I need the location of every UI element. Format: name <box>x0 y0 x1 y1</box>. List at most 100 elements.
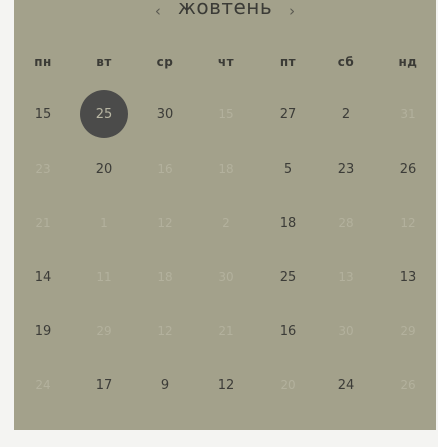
day-number: 28 <box>338 216 354 230</box>
day-number: 2 <box>341 106 351 122</box>
day-cell[interactable]: 13 <box>383 257 433 297</box>
day-number: 27 <box>279 106 297 122</box>
day-cell[interactable]: 2 <box>201 203 251 243</box>
day-cell[interactable]: 1 <box>79 203 129 243</box>
day-number: 18 <box>157 270 173 284</box>
day-cell[interactable]: 28 <box>321 203 371 243</box>
day-cell[interactable]: 21 <box>201 311 251 351</box>
day-number: 16 <box>157 162 173 176</box>
day-cell[interactable]: 30 <box>201 257 251 297</box>
weekday-label: вт <box>96 55 112 69</box>
day-cell[interactable]: 14 <box>18 257 68 297</box>
day-number: 11 <box>96 270 112 284</box>
day-cell[interactable]: 30 <box>140 94 190 134</box>
day-number: 30 <box>218 270 234 284</box>
weekday-label: чт <box>217 55 235 69</box>
day-number: 17 <box>95 377 113 393</box>
day-number: 13 <box>338 270 354 284</box>
day-cell[interactable]: 19 <box>18 311 68 351</box>
day-number: 21 <box>218 324 234 338</box>
next-month-button[interactable]: › <box>280 4 304 19</box>
day-cell[interactable]: 15 <box>18 94 68 134</box>
day-number: 25 <box>95 106 113 122</box>
weekday-label: сб <box>337 55 355 69</box>
day-cell[interactable]: 18 <box>263 203 313 243</box>
month-title: жовтень <box>177 0 273 19</box>
day-cell[interactable]: 25 <box>263 257 313 297</box>
day-number: 26 <box>400 378 416 392</box>
weekday-label: пн <box>34 55 52 69</box>
day-number: 24 <box>35 378 51 392</box>
day-cell[interactable]: 30 <box>321 311 371 351</box>
day-cell[interactable]: 16 <box>140 149 190 189</box>
day-cell[interactable]: 11 <box>79 257 129 297</box>
day-number: 20 <box>95 161 113 177</box>
day-number: 21 <box>35 216 51 230</box>
day-number: 1 <box>100 216 108 230</box>
day-cell[interactable]: 9 <box>140 365 190 405</box>
week-row: 14 11 18 30 25 13 13 <box>14 257 436 297</box>
prev-month-button[interactable]: ‹ <box>146 4 170 19</box>
calendar-panel: ‹ жовтень › пн вт ср чт пт сб нд 15 25 30 1… <box>14 0 436 430</box>
day-number: 31 <box>400 107 416 121</box>
day-cell[interactable]: 24 <box>18 365 68 405</box>
day-cell[interactable]: 20 <box>263 365 313 405</box>
day-cell[interactable]: 23 <box>321 149 371 189</box>
day-number: 12 <box>400 216 416 230</box>
day-number: 12 <box>157 324 173 338</box>
week-row: 15 25 30 15 27 2 31 <box>14 90 436 138</box>
day-cell[interactable]: 29 <box>383 311 433 351</box>
day-number: 18 <box>218 162 234 176</box>
week-row: 21 1 12 2 18 28 12 <box>14 203 436 243</box>
day-number: 30 <box>156 106 174 122</box>
weekday-label: нд <box>398 55 418 69</box>
day-cell[interactable]: 18 <box>140 257 190 297</box>
day-cell[interactable]: 15 <box>201 94 251 134</box>
day-cell[interactable]: 12 <box>140 203 190 243</box>
day-cell[interactable]: 12 <box>201 365 251 405</box>
day-cell[interactable]: 23 <box>18 149 68 189</box>
day-number: 5 <box>283 161 293 177</box>
calendar-header: ‹ жовтень › <box>14 0 436 22</box>
day-cell[interactable]: 13 <box>321 257 371 297</box>
day-number: 19 <box>34 323 52 339</box>
day-cell[interactable]: 26 <box>383 365 433 405</box>
day-number: 29 <box>400 324 416 338</box>
day-number: 18 <box>279 215 297 231</box>
day-cell[interactable]: 2 <box>321 94 371 134</box>
day-cell[interactable]: 29 <box>79 311 129 351</box>
day-number: 29 <box>96 324 112 338</box>
day-cell[interactable]: 16 <box>263 311 313 351</box>
day-number: 14 <box>34 269 52 285</box>
day-cell[interactable]: 27 <box>263 94 313 134</box>
week-row: 23 20 16 18 5 23 26 <box>14 149 436 189</box>
day-cell[interactable]: 24 <box>321 365 371 405</box>
day-cell[interactable]: 26 <box>383 149 433 189</box>
weekday-header-row: пн вт ср чт пт сб нд <box>14 42 436 82</box>
day-number: 24 <box>337 377 355 393</box>
day-number: 9 <box>160 377 170 393</box>
week-row: 19 29 12 21 16 30 29 <box>14 311 436 351</box>
day-cell[interactable]: 18 <box>201 149 251 189</box>
day-cell[interactable]: 21 <box>18 203 68 243</box>
day-cell[interactable]: 5 <box>263 149 313 189</box>
day-number: 30 <box>338 324 354 338</box>
day-number: 20 <box>280 378 296 392</box>
day-cell[interactable]: 31 <box>383 94 433 134</box>
weekday-label: пт <box>279 55 297 69</box>
day-number: 12 <box>217 377 235 393</box>
day-cell[interactable]: 12 <box>383 203 433 243</box>
day-cell[interactable]: 12 <box>140 311 190 351</box>
day-cell[interactable]: 20 <box>79 149 129 189</box>
day-number: 23 <box>337 161 355 177</box>
day-number: 15 <box>34 106 52 122</box>
day-number: 26 <box>399 161 417 177</box>
day-number: 25 <box>279 269 297 285</box>
week-row: 24 17 9 12 20 24 26 <box>14 365 436 405</box>
day-number: 2 <box>222 216 230 230</box>
day-number: 12 <box>157 216 173 230</box>
day-number: 16 <box>279 323 297 339</box>
day-cell-selected[interactable]: 25 <box>79 90 129 138</box>
day-number: 23 <box>35 162 51 176</box>
day-cell[interactable]: 17 <box>79 365 129 405</box>
